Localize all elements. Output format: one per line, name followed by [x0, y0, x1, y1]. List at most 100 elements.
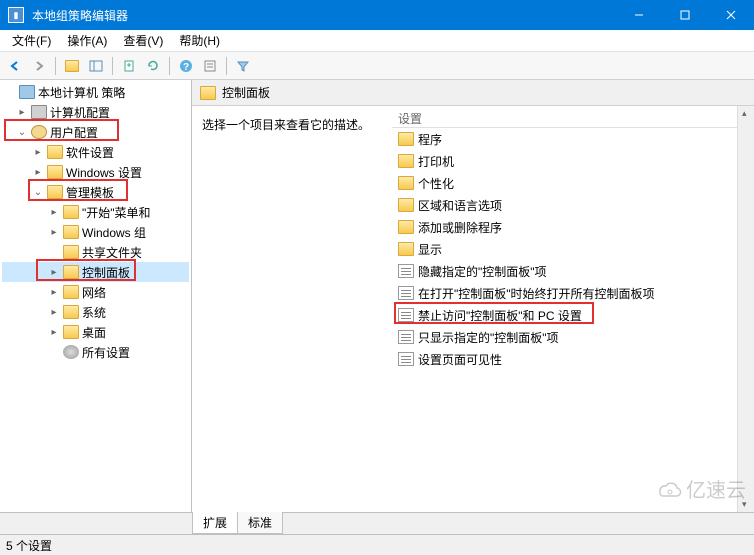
- forward-button[interactable]: [28, 55, 50, 77]
- menu-help[interactable]: 帮助(H): [171, 30, 228, 51]
- scrollbar[interactable]: [737, 106, 754, 512]
- tab-extended[interactable]: 扩展: [192, 512, 238, 534]
- setting-row[interactable]: 添加或删除程序: [392, 216, 754, 238]
- content-body: 选择一个项目来查看它的描述。 设置 程序打印机个性化区域和语言选项添加或删除程序…: [192, 106, 754, 512]
- folder-icon: [398, 220, 414, 234]
- app-icon: ▮: [8, 7, 24, 23]
- tree-item-all-settings[interactable]: 所有设置: [2, 342, 189, 362]
- folder-icon: [63, 265, 79, 279]
- description-prompt: 选择一个项目来查看它的描述。: [202, 118, 370, 132]
- tree-item-network[interactable]: ▸网络: [2, 282, 189, 302]
- tree-item-shared-folders[interactable]: 共享文件夹: [2, 242, 189, 262]
- maximize-button[interactable]: [662, 0, 708, 30]
- tree-item-desktop[interactable]: ▸桌面: [2, 322, 189, 342]
- folder-icon: [200, 86, 216, 100]
- tree-item-admin-templates[interactable]: ⌄管理模板: [2, 182, 189, 202]
- back-button[interactable]: [4, 55, 26, 77]
- setting-row[interactable]: 个性化: [392, 172, 754, 194]
- folder-icon: [398, 132, 414, 146]
- setting-row[interactable]: 只显示指定的"控制面板"项: [392, 326, 754, 348]
- setting-label: 显示: [418, 241, 442, 258]
- show-hide-tree-button[interactable]: [85, 55, 107, 77]
- tree-item-system[interactable]: ▸系统: [2, 302, 189, 322]
- tree-item-windows-comp[interactable]: ▸Windows 组: [2, 222, 189, 242]
- settings-panel[interactable]: 设置 程序打印机个性化区域和语言选项添加或删除程序显示隐藏指定的"控制面板"项在…: [392, 106, 754, 512]
- setting-label: 在打开"控制面板"时始终打开所有控制面板项: [418, 285, 655, 302]
- toolbar: ?: [0, 52, 754, 80]
- policy-icon: [19, 85, 35, 99]
- tree-item-software[interactable]: ▸软件设置: [2, 142, 189, 162]
- separator: [226, 57, 227, 75]
- refresh-button[interactable]: [142, 55, 164, 77]
- setting-label: 打印机: [418, 153, 454, 170]
- window-title: 本地组策略编辑器: [32, 7, 616, 24]
- setting-row[interactable]: 隐藏指定的"控制面板"项: [392, 260, 754, 282]
- setting-label: 禁止访问"控制面板"和 PC 设置: [418, 307, 582, 324]
- tree-item-windows-settings[interactable]: ▸Windows 设置: [2, 162, 189, 182]
- menu-file[interactable]: 文件(F): [4, 30, 59, 51]
- folder-icon: [47, 185, 63, 199]
- menu-action[interactable]: 操作(A): [59, 30, 115, 51]
- setting-icon: [398, 352, 414, 366]
- content-panel: 控制面板 选择一个项目来查看它的描述。 设置 程序打印机个性化区域和语言选项添加…: [192, 80, 754, 512]
- setting-row[interactable]: 显示: [392, 238, 754, 260]
- separator: [169, 57, 170, 75]
- separator: [112, 57, 113, 75]
- menu-view[interactable]: 查看(V): [115, 30, 171, 51]
- tree-panel[interactable]: 本地计算机 策略 ▸计算机配置 ⌄用户配置 ▸软件设置 ▸Windows 设置 …: [0, 80, 192, 512]
- up-button[interactable]: [61, 55, 83, 77]
- setting-label: 个性化: [418, 175, 454, 192]
- setting-row[interactable]: 禁止访问"控制面板"和 PC 设置: [392, 304, 754, 326]
- setting-row[interactable]: 区域和语言选项: [392, 194, 754, 216]
- folder-icon: [63, 225, 79, 239]
- setting-label: 添加或删除程序: [418, 219, 502, 236]
- tree-item-user-config[interactable]: ⌄用户配置: [2, 122, 189, 142]
- setting-label: 区域和语言选项: [418, 197, 502, 214]
- folder-icon: [398, 176, 414, 190]
- computer-icon: [31, 105, 47, 119]
- folder-icon: [398, 154, 414, 168]
- setting-row[interactable]: 设置页面可见性: [392, 348, 754, 370]
- svg-text:?: ?: [183, 62, 189, 73]
- tab-standard[interactable]: 标准: [237, 512, 283, 534]
- setting-row[interactable]: 打印机: [392, 150, 754, 172]
- folder-icon: [398, 198, 414, 212]
- content-title: 控制面板: [222, 84, 270, 101]
- close-button[interactable]: [708, 0, 754, 30]
- setting-icon: [398, 330, 414, 344]
- setting-label: 只显示指定的"控制面板"项: [418, 329, 559, 346]
- properties-button[interactable]: [199, 55, 221, 77]
- titlebar: ▮ 本地组策略编辑器: [0, 0, 754, 30]
- menubar: 文件(F) 操作(A) 查看(V) 帮助(H): [0, 30, 754, 52]
- export-button[interactable]: [118, 55, 140, 77]
- minimize-button[interactable]: [616, 0, 662, 30]
- content-header: 控制面板: [192, 80, 754, 106]
- folder-icon: [63, 325, 79, 339]
- main-area: 本地计算机 策略 ▸计算机配置 ⌄用户配置 ▸软件设置 ▸Windows 设置 …: [0, 80, 754, 512]
- folder-icon: [47, 145, 63, 159]
- tree-root[interactable]: 本地计算机 策略: [2, 82, 189, 102]
- help-button[interactable]: ?: [175, 55, 197, 77]
- tree-item-control-panel[interactable]: ▸控制面板: [2, 262, 189, 282]
- statusbar: 5 个设置: [0, 534, 754, 555]
- filter-button[interactable]: [232, 55, 254, 77]
- user-icon: [31, 125, 47, 139]
- settings-column-header[interactable]: 设置: [392, 110, 754, 128]
- setting-row[interactable]: 程序: [392, 128, 754, 150]
- setting-label: 隐藏指定的"控制面板"项: [418, 263, 547, 280]
- folder-icon: [63, 305, 79, 319]
- setting-label: 程序: [418, 131, 442, 148]
- description-panel: 选择一个项目来查看它的描述。: [192, 106, 392, 512]
- folder-icon: [63, 245, 79, 259]
- setting-icon: [398, 286, 414, 300]
- window-controls: [616, 0, 754, 30]
- gear-icon: [63, 345, 79, 359]
- setting-row[interactable]: 在打开"控制面板"时始终打开所有控制面板项: [392, 282, 754, 304]
- tree-item-start-menu[interactable]: ▸"开始"菜单和: [2, 202, 189, 222]
- folder-icon: [63, 205, 79, 219]
- folder-icon: [63, 285, 79, 299]
- separator: [55, 57, 56, 75]
- setting-icon: [398, 264, 414, 278]
- tabs-row: 扩展 标准: [0, 512, 754, 534]
- tree-item-computer-config[interactable]: ▸计算机配置: [2, 102, 189, 122]
